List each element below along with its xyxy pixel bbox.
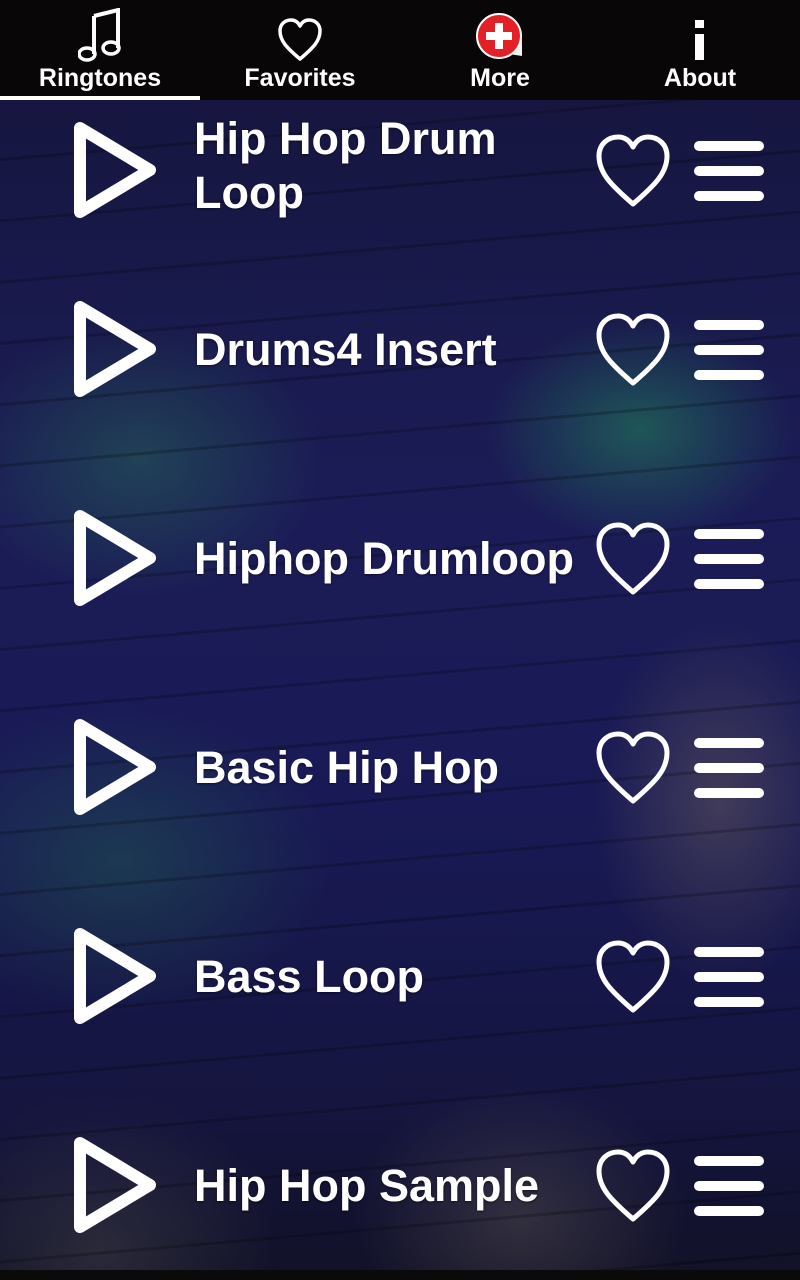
favorite-heart-icon[interactable] <box>594 133 672 209</box>
tab-more[interactable]: More <box>400 0 600 100</box>
list-item: Hiphop Drumloop <box>0 448 800 657</box>
tab-favorites[interactable]: Favorites <box>200 0 400 100</box>
ringtones-screen: Ringtones Favorites More About Hip Hop D… <box>0 0 800 1280</box>
ringtone-title: Hiphop Drumloop <box>194 533 574 584</box>
menu-icon[interactable] <box>694 944 764 1010</box>
menu-icon[interactable] <box>694 526 764 592</box>
ringtone-list[interactable]: Hip Hop Drum Loop Drums4 Insert Hiphop D… <box>0 100 800 1270</box>
tab-more-label: More <box>470 64 530 92</box>
tab-ringtones[interactable]: Ringtones <box>0 0 200 100</box>
menu-icon[interactable] <box>694 317 764 383</box>
favorite-heart-icon[interactable] <box>594 312 672 388</box>
play-icon[interactable] <box>72 299 158 399</box>
play-icon[interactable] <box>72 508 158 608</box>
menu-icon[interactable] <box>694 735 764 801</box>
tab-about-label: About <box>663 64 737 92</box>
top-tab-bar: Ringtones Favorites More About <box>0 0 800 100</box>
favorite-heart-icon[interactable] <box>594 939 672 1015</box>
list-item: Drums4 Insert <box>0 239 800 448</box>
list-item: Bass Loop <box>0 866 800 1075</box>
favorite-heart-icon[interactable] <box>594 521 672 597</box>
menu-icon[interactable] <box>694 1153 764 1219</box>
favorite-heart-icon[interactable] <box>594 730 672 806</box>
play-icon[interactable] <box>72 717 158 817</box>
list-item: Hip Hop Drum Loop <box>0 100 800 239</box>
ringtone-title: Basic Hip Hop <box>194 742 500 793</box>
favorite-heart-icon[interactable] <box>594 1148 672 1224</box>
ringtone-title: Drums4 Insert <box>194 324 497 375</box>
tab-favorites-label: Favorites <box>244 64 356 92</box>
tab-about[interactable]: About <box>600 0 800 100</box>
play-icon[interactable] <box>72 1135 158 1235</box>
ringtone-title: Hip Hop Sample <box>194 1160 540 1211</box>
ringtone-title: Hip Hop Drum Loop <box>194 113 497 218</box>
menu-icon[interactable] <box>694 138 764 204</box>
heart-outline-icon <box>277 4 323 62</box>
list-item: Basic Hip Hop <box>0 657 800 866</box>
list-item: Hip Hop Sample <box>0 1075 800 1270</box>
play-icon[interactable] <box>72 120 158 220</box>
ringtone-title: Bass Loop <box>194 951 425 1002</box>
tab-ringtones-label: Ringtones <box>38 64 162 92</box>
red-plus-badge-icon <box>475 4 525 62</box>
music-note-icon <box>78 4 122 62</box>
bottom-edge <box>0 1270 800 1280</box>
info-icon <box>690 4 710 62</box>
play-icon[interactable] <box>72 926 158 1026</box>
